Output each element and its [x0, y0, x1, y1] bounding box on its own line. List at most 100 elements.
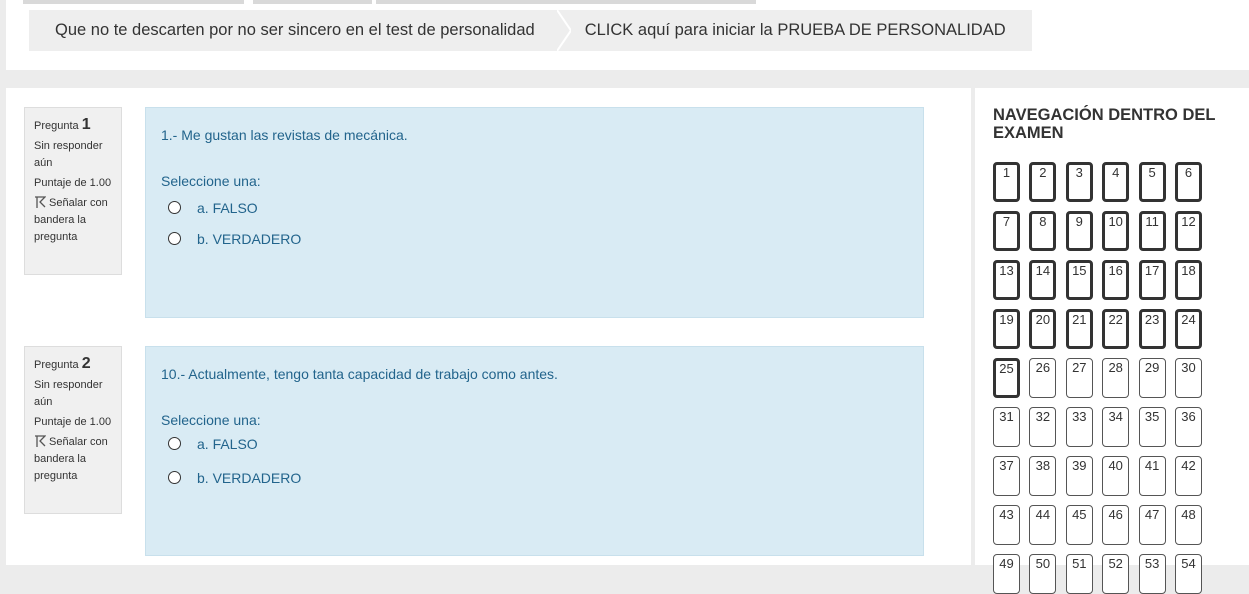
- nav-button-label: 51: [1072, 556, 1087, 571]
- nav-question-button[interactable]: 2: [1029, 162, 1057, 202]
- nav-question-button[interactable]: 23: [1138, 309, 1166, 349]
- option-verdadero[interactable]: b. VERDADERO: [168, 470, 301, 486]
- question-number: Pregunta 2: [34, 355, 91, 372]
- nav-question-button[interactable]: 34: [1102, 407, 1130, 447]
- nav-question-button[interactable]: 51: [1065, 554, 1093, 594]
- nav-question-button[interactable]: 11: [1138, 211, 1166, 251]
- nav-question-button[interactable]: 36: [1175, 407, 1202, 447]
- nav-question-button[interactable]: 22: [1102, 309, 1130, 349]
- nav-question-button[interactable]: 40: [1102, 456, 1130, 496]
- nav-question-button[interactable]: 45: [1065, 505, 1093, 545]
- nav-button-label: 9: [1075, 214, 1083, 229]
- nav-question-button[interactable]: 33: [1065, 407, 1093, 447]
- nav-button-label: 40: [1108, 458, 1123, 473]
- nav-button-label: 19: [999, 312, 1014, 327]
- option-falso[interactable]: a. FALSO: [168, 200, 258, 216]
- nav-button-label: 17: [1144, 263, 1160, 278]
- nav-question-button[interactable]: 54: [1175, 554, 1202, 594]
- nav-button-label: 16: [1108, 263, 1123, 278]
- radio-button[interactable]: [168, 201, 181, 214]
- radio-button[interactable]: [168, 471, 181, 484]
- nav-button-label: 37: [999, 458, 1014, 473]
- nav-button-label: 32: [1035, 409, 1051, 424]
- nav-button-label: 14: [1035, 263, 1051, 278]
- nav-question-button[interactable]: 20: [1029, 309, 1057, 349]
- breadcrumb-item-sincero[interactable]: Que no te descarten por no ser sincero e…: [29, 10, 571, 51]
- navigation-title: NAVEGACIÓN DENTRO DEL EXAMEN: [993, 106, 1216, 142]
- nav-button-label: 45: [1072, 507, 1087, 522]
- nav-button-label: 10: [1108, 214, 1123, 229]
- nav-question-button[interactable]: 32: [1029, 407, 1057, 447]
- nav-question-button[interactable]: 17: [1138, 260, 1166, 300]
- nav-question-button[interactable]: 5: [1138, 162, 1166, 202]
- flag-question-button[interactable]: Señalar con bandera la pregunta: [34, 434, 121, 485]
- nav-question-button[interactable]: 26: [1029, 358, 1057, 398]
- nav-question-button[interactable]: 19: [993, 309, 1020, 349]
- radio-button[interactable]: [168, 437, 181, 450]
- nav-question-button[interactable]: 39: [1065, 456, 1093, 496]
- nav-question-button[interactable]: 53: [1138, 554, 1166, 594]
- option-falso[interactable]: a. FALSO: [168, 436, 258, 452]
- radio-button[interactable]: [168, 232, 181, 245]
- nav-button-label: 38: [1035, 458, 1051, 473]
- nav-question-button[interactable]: 28: [1102, 358, 1130, 398]
- question-score: Puntaje de 1.00: [34, 416, 112, 428]
- nav-button-label: 4: [1112, 165, 1120, 180]
- nav-question-button[interactable]: 18: [1175, 260, 1202, 300]
- nav-question-button[interactable]: 46: [1102, 505, 1130, 545]
- nav-question-button[interactable]: 6: [1175, 162, 1202, 202]
- nav-button-label: 48: [1181, 507, 1196, 522]
- nav-question-button[interactable]: 8: [1029, 211, 1057, 251]
- nav-question-button[interactable]: 43: [993, 505, 1020, 545]
- nav-question-button[interactable]: 29: [1138, 358, 1166, 398]
- nav-button-label: 36: [1181, 409, 1196, 424]
- nav-button-label: 49: [999, 556, 1014, 571]
- nav-question-button[interactable]: 16: [1102, 260, 1130, 300]
- nav-question-button[interactable]: 10: [1102, 211, 1130, 251]
- nav-question-button[interactable]: 48: [1175, 505, 1202, 545]
- nav-question-button[interactable]: 1: [993, 162, 1020, 202]
- breadcrumb-item-prueba[interactable]: CLICK aquí para iniciar la PRUEBA DE PER…: [556, 10, 1032, 51]
- nav-question-button[interactable]: 44: [1029, 505, 1057, 545]
- nav-question-button[interactable]: 4: [1102, 162, 1130, 202]
- nav-question-button[interactable]: 14: [1029, 260, 1057, 300]
- nav-question-button[interactable]: 27: [1065, 358, 1093, 398]
- nav-question-button[interactable]: 41: [1138, 456, 1166, 496]
- nav-button-label: 27: [1072, 360, 1087, 375]
- nav-button-label: 26: [1035, 360, 1051, 375]
- nav-question-button[interactable]: 21: [1065, 309, 1093, 349]
- nav-question-button[interactable]: 31: [993, 407, 1020, 447]
- quiz-navigation: NAVEGACIÓN DENTRO DEL EXAMEN 1 2 3 4 5 6 7 8 9 10…: [975, 88, 1249, 594]
- nav-question-button[interactable]: 30: [1175, 358, 1202, 398]
- nav-button-label: 6: [1184, 165, 1193, 180]
- nav-question-button[interactable]: 38: [1029, 456, 1057, 496]
- nav-question-button[interactable]: 37: [993, 456, 1020, 496]
- nav-question-button[interactable]: 12: [1175, 211, 1202, 251]
- nav-button-label: 50: [1035, 556, 1051, 571]
- nav-question-button[interactable]: 47: [1138, 505, 1166, 545]
- flag-question-button[interactable]: Señalar con bandera la pregunta: [34, 195, 121, 246]
- flag-icon: [35, 435, 47, 447]
- nav-button-label: 30: [1181, 360, 1196, 375]
- select-prompt: Seleccione una:: [161, 173, 261, 189]
- select-prompt: Seleccione una:: [161, 412, 261, 428]
- nav-question-button[interactable]: 24: [1175, 309, 1202, 349]
- nav-question-button[interactable]: 49: [993, 554, 1020, 594]
- nav-question-button[interactable]: 7: [993, 211, 1020, 251]
- nav-button-label: 3: [1075, 165, 1083, 180]
- nav-question-button[interactable]: 35: [1138, 407, 1166, 447]
- nav-question-button[interactable]: 52: [1102, 554, 1130, 594]
- breadcrumb: Que no te descarten por no ser sincero e…: [29, 10, 1032, 51]
- nav-question-button[interactable]: 42: [1175, 456, 1202, 496]
- option-verdadero[interactable]: b. VERDADERO: [168, 231, 301, 247]
- nav-question-button[interactable]: 25: [993, 358, 1020, 398]
- flag-icon: [35, 196, 47, 208]
- nav-question-button[interactable]: 13: [993, 260, 1020, 300]
- nav-question-button[interactable]: 15: [1065, 260, 1093, 300]
- nav-question-button[interactable]: 9: [1065, 211, 1093, 251]
- nav-button-label: 52: [1108, 556, 1123, 571]
- nav-button-label: 22: [1108, 312, 1123, 327]
- nav-question-button[interactable]: 50: [1029, 554, 1057, 594]
- question-info: Pregunta 2 Sin responder aún Puntaje de …: [24, 346, 122, 514]
- nav-question-button[interactable]: 3: [1065, 162, 1093, 202]
